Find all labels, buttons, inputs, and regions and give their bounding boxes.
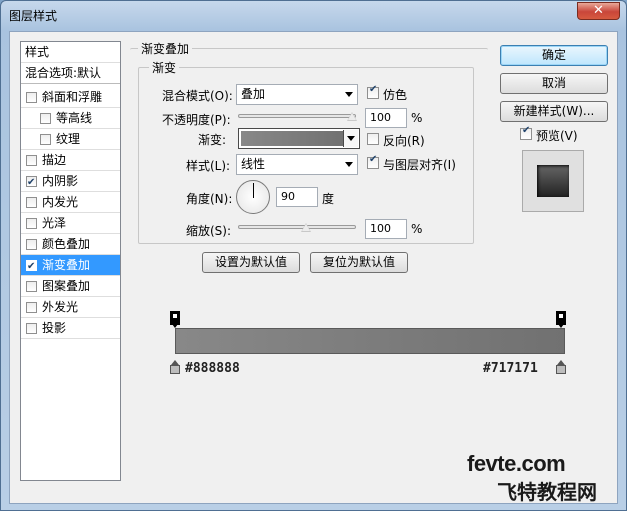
set-default-button[interactable]: 设置为默认值 [202, 252, 300, 273]
scale-slider-thumb[interactable] [301, 223, 311, 232]
gradient-editor-bar[interactable] [175, 328, 565, 354]
gradient-label: 渐变: [198, 133, 227, 147]
title-bar: 图层样式 ✕ [1, 1, 626, 31]
ok-button[interactable]: 确定 [500, 45, 608, 66]
gradient-picker[interactable] [238, 128, 360, 149]
blend-mode-label: 混合模式(O): [162, 89, 233, 103]
style-item-bevel-emboss[interactable]: 斜面和浮雕 [21, 87, 120, 108]
color-stop-right[interactable] [556, 360, 566, 375]
reverse-checkbox[interactable] [367, 133, 379, 145]
angle-label: 角度(N): [186, 192, 233, 206]
style-item-pattern-overlay[interactable]: 图案叠加 [21, 276, 120, 297]
scale-input[interactable]: 100 [365, 219, 407, 239]
style-item-inner-glow[interactable]: 内发光 [21, 192, 120, 213]
gradient-overlay-checkbox[interactable] [26, 256, 37, 277]
layer-style-window: 图层样式 ✕ 样式 混合选项:默认 斜面和浮雕 等高线 纹理 描边 ✔ 内阴影 … [0, 0, 627, 511]
style-item-satin[interactable]: 光泽 [21, 213, 120, 234]
scale-slider-track[interactable] [238, 225, 356, 229]
opacity-input[interactable]: 100 [365, 108, 407, 128]
inner-shadow-checkbox[interactable] [26, 172, 37, 193]
close-button[interactable]: ✕ [577, 2, 620, 20]
style-list-header[interactable]: 样式 [21, 42, 120, 63]
angle-needle [253, 183, 254, 198]
style-list-blend-options[interactable]: 混合选项:默认 [21, 63, 120, 84]
chevron-down-icon[interactable] [343, 130, 358, 147]
start-color-hex: #888888 [185, 361, 240, 376]
gradient-overlay-title: 渐变叠加 [138, 40, 193, 57]
preview-swatch [537, 165, 569, 197]
satin-checkbox[interactable] [26, 218, 37, 229]
pattern-overlay-checkbox[interactable] [26, 281, 37, 292]
reset-default-button[interactable]: 复位为默认值 [310, 252, 408, 273]
reverse-label: 反向(R) [383, 134, 425, 148]
style-item-color-overlay[interactable]: 颜色叠加 [21, 234, 120, 255]
angle-unit: 度 [322, 192, 335, 206]
end-color-hex: #717171 [483, 361, 538, 376]
dialog-client: 样式 混合选项:默认 斜面和浮雕 等高线 纹理 描边 ✔ 内阴影 内发光 光泽 … [9, 31, 618, 504]
style-item-stroke[interactable]: 描边 [21, 150, 120, 171]
style-item-gradient-overlay[interactable]: 渐变叠加 [21, 255, 120, 277]
angle-dial[interactable] [236, 180, 270, 214]
preview-checkbox[interactable] [520, 125, 532, 140]
dither-checkbox[interactable] [367, 84, 379, 99]
scale-unit: % [411, 222, 423, 236]
opacity-stop-right[interactable] [556, 311, 566, 328]
bevel-emboss-checkbox[interactable] [26, 92, 37, 103]
opacity-unit: % [411, 111, 423, 125]
gradient-preview-bar[interactable] [241, 131, 343, 146]
blend-mode-select[interactable]: 叠加 [236, 84, 358, 105]
dither-label: 仿色 [383, 88, 408, 102]
watermark-domain: fevte.com [467, 451, 566, 476]
opacity-slider-track[interactable] [238, 114, 356, 118]
chevron-down-icon [345, 92, 353, 97]
style-list: 样式 混合选项:默认 斜面和浮雕 等高线 纹理 描边 ✔ 内阴影 内发光 光泽 … [20, 41, 121, 481]
style-select[interactable]: 线性 [236, 154, 358, 175]
angle-input[interactable]: 90 [276, 187, 318, 207]
gradient-subgroup-title: 渐变 [149, 59, 180, 76]
style-item-contour[interactable]: 等高线 [21, 108, 120, 129]
style-item-inner-shadow[interactable]: 内阴影 [21, 171, 120, 193]
opacity-stop-left[interactable] [170, 311, 180, 328]
opacity-label: 不透明度(P): [162, 113, 231, 127]
watermark-site-name: 飞特教程网 [497, 480, 597, 504]
texture-checkbox[interactable] [40, 134, 51, 145]
style-item-texture[interactable]: 纹理 [21, 129, 120, 150]
preview-label: 预览(V) [536, 129, 578, 143]
style-preview [522, 150, 584, 212]
outer-glow-checkbox[interactable] [26, 302, 37, 313]
style-item-drop-shadow[interactable]: 投影 [21, 318, 120, 339]
style-label: 样式(L): [186, 159, 231, 173]
chevron-down-icon [345, 162, 353, 167]
contour-checkbox[interactable] [40, 113, 51, 124]
cancel-button[interactable]: 取消 [500, 73, 608, 94]
align-with-layer-checkbox[interactable] [367, 154, 379, 169]
window-title: 图层样式 [9, 9, 58, 23]
style-item-outer-glow[interactable]: 外发光 [21, 297, 120, 318]
align-with-layer-label: 与图层对齐(I) [383, 158, 456, 172]
scale-label: 缩放(S): [186, 224, 232, 238]
drop-shadow-checkbox[interactable] [26, 323, 37, 334]
color-stop-left[interactable] [170, 360, 180, 375]
new-style-button[interactable]: 新建样式(W)... [500, 101, 608, 122]
opacity-slider-thumb[interactable] [347, 112, 357, 121]
stroke-checkbox[interactable] [26, 155, 37, 166]
inner-glow-checkbox[interactable] [26, 197, 37, 208]
color-overlay-checkbox[interactable] [26, 239, 37, 250]
